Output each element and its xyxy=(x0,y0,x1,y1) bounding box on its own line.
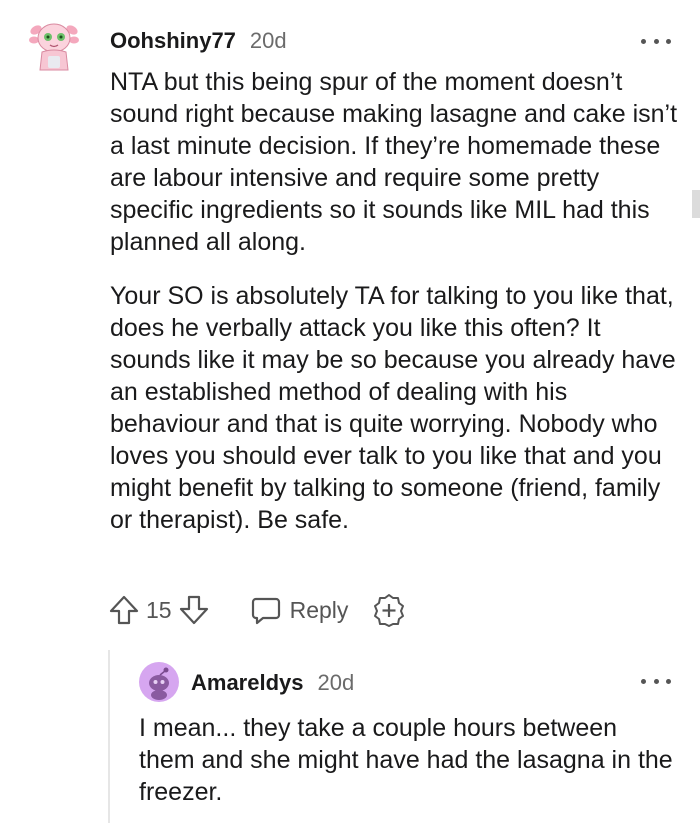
more-dots-icon[interactable] xyxy=(641,34,671,48)
comment-header: Oohshiny77 20d xyxy=(110,28,287,54)
reply-header: Amareldys 20d xyxy=(191,670,354,696)
comment-timestamp[interactable]: 20d xyxy=(250,28,287,54)
reply-label: Reply xyxy=(289,596,349,623)
reply-username[interactable]: Amareldys xyxy=(191,670,304,696)
vote-score: 15 xyxy=(146,596,172,623)
user-avatar[interactable] xyxy=(28,12,80,72)
reply-thread-line[interactable] xyxy=(108,650,110,823)
comment-paragraph-1: NTA but this being spur of the moment do… xyxy=(110,68,678,256)
snoo-avatar-icon xyxy=(139,662,179,702)
comment-username[interactable]: Oohshiny77 xyxy=(110,28,236,54)
more-dots-icon[interactable] xyxy=(641,674,671,688)
reply-body: I mean... they take a couple hours betwe… xyxy=(139,714,673,806)
upvote-arrow-icon[interactable] xyxy=(108,594,140,626)
award-plus-icon[interactable] xyxy=(372,593,406,627)
comment-action-bar: 15 Reply xyxy=(108,592,406,628)
reply-timestamp[interactable]: 20d xyxy=(318,670,355,696)
comment-paragraph-2: Your SO is absolutely TA for talking to … xyxy=(110,282,676,534)
downvote-arrow-icon[interactable] xyxy=(178,594,210,626)
reply-user-avatar[interactable] xyxy=(139,662,179,702)
scroll-indicator xyxy=(692,190,700,218)
reply-button[interactable]: Reply xyxy=(250,594,349,626)
axolotl-avatar-icon xyxy=(29,23,79,71)
speech-bubble-icon xyxy=(251,597,280,625)
